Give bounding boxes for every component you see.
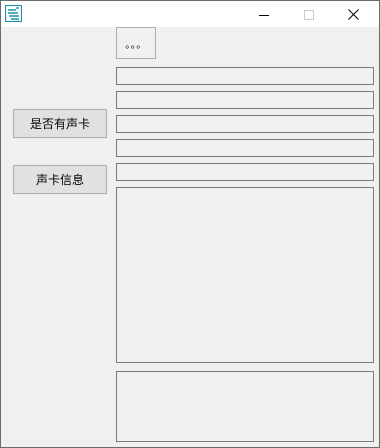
text-field-4[interactable] (116, 139, 374, 157)
text-field-5[interactable] (116, 163, 374, 181)
title-bar[interactable] (1, 1, 379, 27)
more-button[interactable]: 。。。 (116, 27, 156, 59)
close-icon (348, 5, 359, 24)
output-textarea-secondary[interactable] (116, 371, 374, 442)
app-logo-icon (4, 4, 23, 23)
text-field-2[interactable] (116, 91, 374, 109)
app-window: 。。。 是否有声卡 声卡信息 (0, 0, 380, 448)
text-field-3[interactable] (116, 115, 374, 133)
maximize-icon (303, 5, 314, 24)
text-field-1[interactable] (116, 67, 374, 85)
minimize-button[interactable] (241, 1, 286, 27)
soundcard-info-button[interactable]: 声卡信息 (13, 165, 107, 194)
has-soundcard-button[interactable]: 是否有声卡 (13, 109, 107, 138)
maximize-button[interactable] (286, 1, 331, 27)
close-button[interactable] (331, 1, 376, 27)
minimize-icon (258, 5, 269, 24)
output-textarea-main[interactable] (116, 187, 374, 363)
